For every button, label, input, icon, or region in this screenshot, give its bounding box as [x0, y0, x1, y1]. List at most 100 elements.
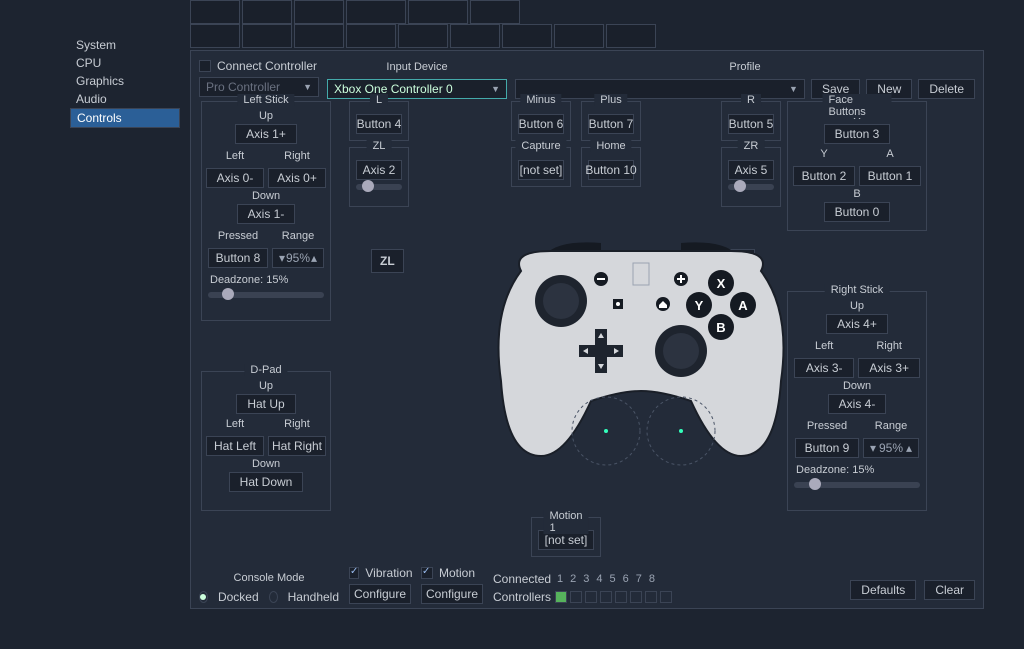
plus-group: PlusButton 7	[581, 101, 641, 141]
dpad-group: D-Pad Up Hat Up LeftHat Left RightHat Ri…	[201, 371, 331, 511]
minus-button[interactable]: Button 6	[518, 114, 564, 134]
zr-group: ZR Axis 5	[721, 147, 781, 207]
zl-button[interactable]: Axis 2	[356, 160, 402, 180]
svg-text:B: B	[716, 320, 725, 335]
dpad-left-button[interactable]: Hat Left	[206, 436, 264, 456]
motion-checkbox[interactable]: Motion	[421, 566, 483, 580]
r-group: R Button 5	[721, 101, 781, 141]
face-title: Face Buttons	[823, 94, 892, 118]
tab[interactable]	[346, 24, 396, 48]
tab[interactable]	[408, 0, 468, 24]
ls-pressed-button[interactable]: Button 8	[208, 248, 268, 268]
zl-slider[interactable]	[356, 184, 402, 190]
face-b-label: B	[794, 186, 920, 202]
rs-left-label: Left	[794, 338, 854, 354]
face-y-button[interactable]: Button 2	[793, 166, 855, 186]
rs-right-button[interactable]: Axis 3+	[858, 358, 920, 378]
tabs-row-2	[190, 24, 984, 48]
defaults-button[interactable]: Defaults	[850, 580, 916, 600]
sidebar-item-graphics[interactable]: Graphics	[70, 72, 180, 90]
tab[interactable]	[190, 24, 240, 48]
face-x-button[interactable]: Button 3	[824, 124, 891, 144]
rs-up-button[interactable]: Axis 4+	[826, 314, 888, 334]
tabs-row-1	[190, 0, 984, 24]
motion-toggle-label: Motion	[439, 566, 475, 580]
vibration-configure-button[interactable]: Configure	[349, 584, 411, 604]
connect-label: Connect Controller	[217, 59, 317, 73]
sidebar-item-controls[interactable]: Controls	[70, 108, 180, 128]
controller-numbers: 12345678	[557, 573, 655, 585]
handheld-label: Handheld	[288, 590, 339, 604]
tab[interactable]	[346, 0, 406, 24]
ls-right-label: Right	[268, 148, 326, 164]
handheld-radio[interactable]	[269, 591, 278, 603]
tab[interactable]	[470, 0, 520, 24]
tab[interactable]	[190, 0, 240, 24]
dpad-right-label: Right	[268, 416, 326, 432]
rs-deadzone-slider[interactable]	[794, 482, 920, 488]
ls-up-label: Up	[208, 108, 324, 124]
r-button[interactable]: Button 5	[728, 114, 774, 134]
ls-range-label: Range	[272, 228, 324, 244]
face-b-button[interactable]: Button 0	[824, 202, 891, 222]
rs-up-label: Up	[794, 298, 920, 314]
dpad-up-button[interactable]: Hat Up	[236, 394, 295, 414]
rs-range-select[interactable]: ▾95%▴	[863, 438, 919, 458]
home-button[interactable]: Button 10	[588, 160, 634, 180]
delete-button[interactable]: Delete	[918, 79, 975, 99]
tab[interactable]	[294, 0, 344, 24]
ls-down-button[interactable]: Axis 1-	[237, 204, 296, 224]
connect-controller-checkbox[interactable]: Connect Controller	[199, 59, 319, 73]
tab[interactable]	[242, 24, 292, 48]
dpad-down-button[interactable]: Hat Down	[229, 472, 304, 492]
face-y-label: Y	[793, 146, 855, 162]
ls-up-button[interactable]: Axis 1+	[235, 124, 297, 144]
dpad-right-button[interactable]: Hat Right	[268, 436, 326, 456]
zr-slider[interactable]	[728, 184, 774, 190]
rs-down-label: Down	[794, 378, 920, 394]
motion-group: Motion 1 [not set]	[531, 517, 601, 557]
ls-down-label: Down	[208, 188, 324, 204]
dpad-left-label: Left	[206, 416, 264, 432]
console-mode-title: Console Mode	[199, 570, 339, 586]
ls-deadzone-slider[interactable]	[208, 292, 324, 298]
capture-button[interactable]: [not set]	[518, 160, 564, 180]
docked-radio[interactable]	[199, 591, 208, 603]
tab[interactable]	[502, 24, 552, 48]
svg-text:X: X	[717, 276, 726, 291]
capture-title: Capture	[515, 140, 566, 152]
vibration-checkbox[interactable]: Vibration	[349, 566, 411, 580]
controllers-label: Controllers	[493, 590, 551, 604]
dpad-down-label: Down	[208, 456, 324, 472]
rs-pressed-button[interactable]: Button 9	[795, 438, 859, 458]
home-title: Home	[590, 140, 631, 152]
input-device-select[interactable]: Xbox One Controller 0▼	[327, 79, 507, 99]
l-button[interactable]: Button 4	[356, 114, 402, 134]
r-title: R	[741, 94, 761, 106]
tab[interactable]	[554, 24, 604, 48]
plus-button[interactable]: Button 7	[588, 114, 634, 134]
motion-configure-button[interactable]: Configure	[421, 584, 483, 604]
ls-pressed-label: Pressed	[208, 228, 268, 244]
rs-down-button[interactable]: Axis 4-	[828, 394, 887, 414]
minus-title: Minus	[520, 94, 561, 106]
sidebar-item-audio[interactable]: Audio	[70, 90, 180, 108]
sidebar-item-system[interactable]: System	[70, 36, 180, 54]
ls-right-button[interactable]: Axis 0+	[268, 168, 326, 188]
controller-leds	[555, 591, 672, 603]
ls-left-button[interactable]: Axis 0-	[206, 168, 264, 188]
tab[interactable]	[294, 24, 344, 48]
sidebar-item-cpu[interactable]: CPU	[70, 54, 180, 72]
face-a-button[interactable]: Button 1	[859, 166, 921, 186]
clear-button[interactable]: Clear	[924, 580, 975, 600]
l-title: L	[370, 94, 388, 106]
tab[interactable]	[606, 24, 656, 48]
zr-button[interactable]: Axis 5	[728, 160, 774, 180]
tab[interactable]	[398, 24, 448, 48]
zl-group: ZL Axis 2	[349, 147, 409, 207]
tab[interactable]	[450, 24, 500, 48]
tab[interactable]	[242, 0, 292, 24]
rs-left-button[interactable]: Axis 3-	[794, 358, 854, 378]
ls-range-select[interactable]: ▾95%▴	[272, 248, 324, 268]
face-buttons-group: Face Buttons X Button 3 YButton 2 AButto…	[787, 101, 927, 231]
